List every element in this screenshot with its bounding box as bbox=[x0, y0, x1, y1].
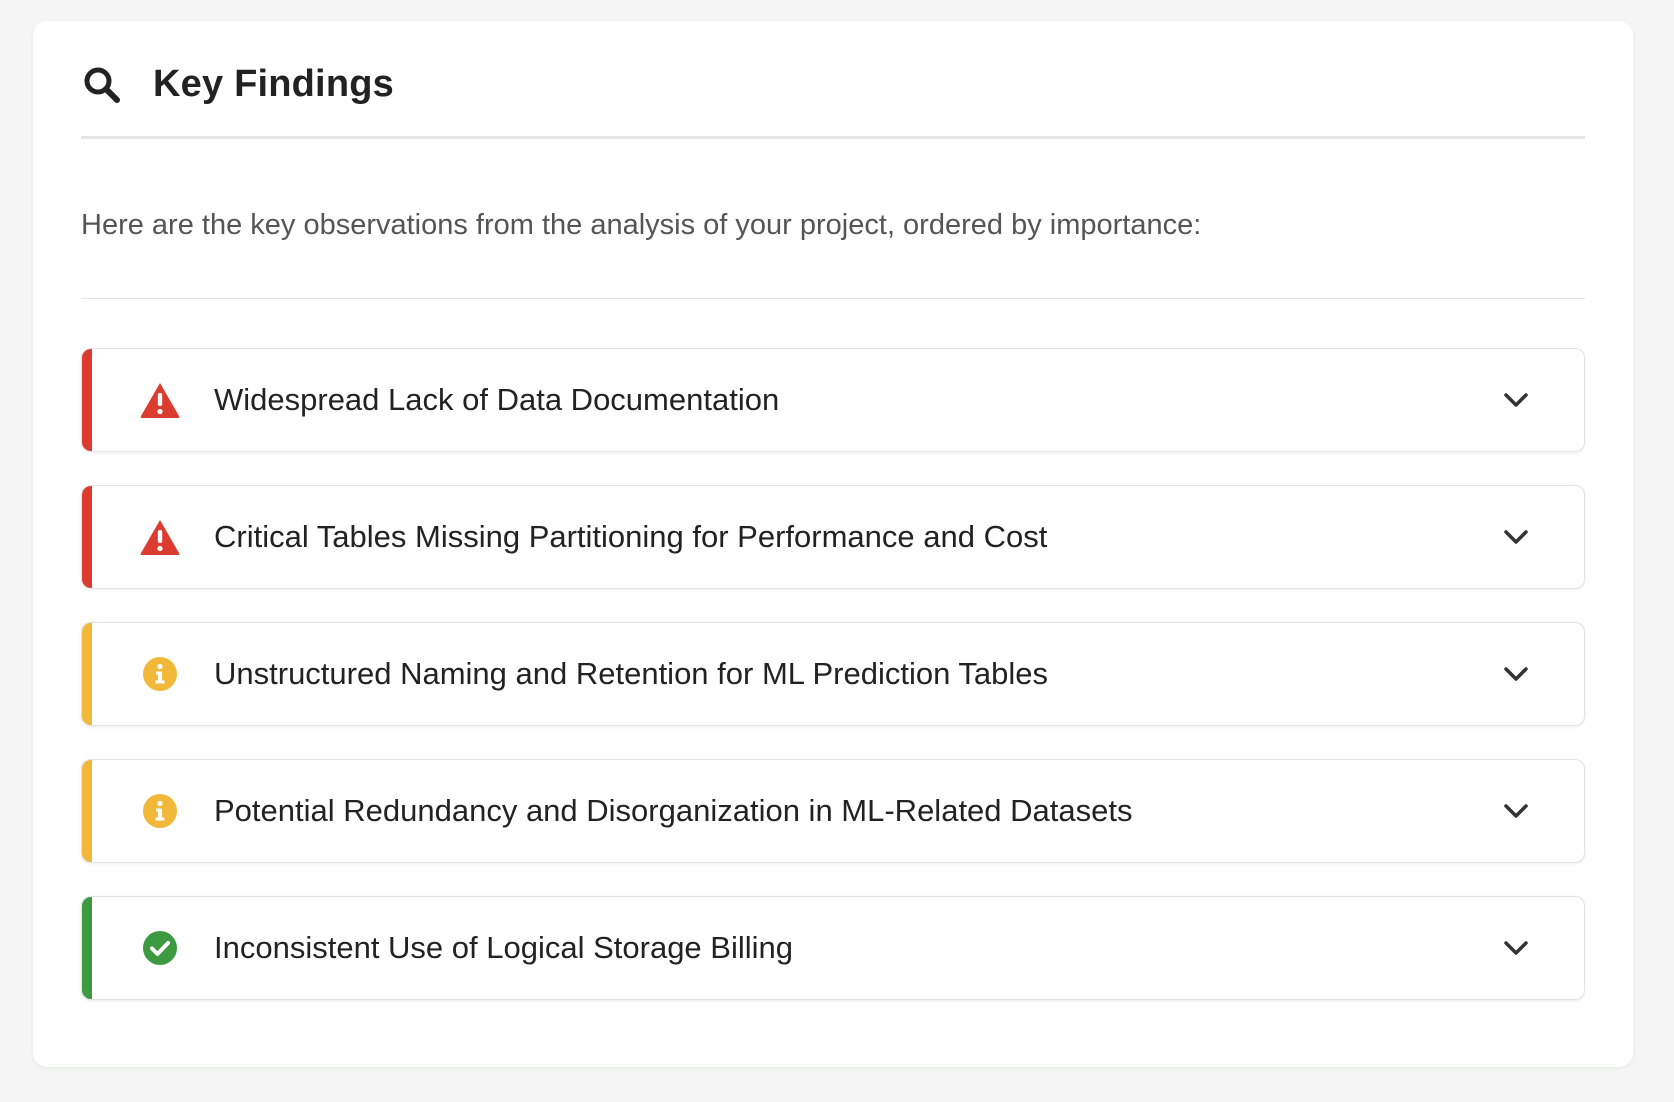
key-findings-card: Key Findings Here are the key observatio… bbox=[33, 21, 1633, 1067]
page-title: Key Findings bbox=[153, 63, 394, 105]
severity-bar-warning bbox=[82, 623, 92, 725]
finding-item[interactable]: Potential Redundancy and Disorganization… bbox=[81, 759, 1585, 863]
finding-title: Potential Redundancy and Disorganization… bbox=[214, 793, 1133, 828]
search-icon bbox=[81, 64, 123, 106]
finding-title: Unstructured Naming and Retention for ML… bbox=[214, 656, 1048, 691]
info-circle-icon bbox=[138, 652, 182, 696]
chevron-down-icon[interactable] bbox=[1500, 384, 1532, 416]
chevron-down-icon[interactable] bbox=[1500, 932, 1532, 964]
findings-list: Widespread Lack of Data Documentation Cr… bbox=[81, 299, 1585, 1000]
severity-bar-ok bbox=[82, 897, 92, 999]
chevron-down-icon[interactable] bbox=[1500, 795, 1532, 827]
check-circle-icon bbox=[138, 926, 182, 970]
finding-item[interactable]: Critical Tables Missing Partitioning for… bbox=[81, 485, 1585, 589]
warning-triangle-icon bbox=[138, 378, 182, 422]
finding-item[interactable]: Unstructured Naming and Retention for ML… bbox=[81, 622, 1585, 726]
severity-bar-critical bbox=[82, 486, 92, 588]
severity-bar-warning bbox=[82, 760, 92, 862]
intro-text: Here are the key observations from the a… bbox=[81, 139, 1585, 299]
finding-title: Widespread Lack of Data Documentation bbox=[214, 382, 780, 417]
finding-item[interactable]: Widespread Lack of Data Documentation bbox=[81, 348, 1585, 452]
finding-item[interactable]: Inconsistent Use of Logical Storage Bill… bbox=[81, 896, 1585, 1000]
info-circle-icon bbox=[138, 789, 182, 833]
finding-title: Inconsistent Use of Logical Storage Bill… bbox=[214, 930, 793, 965]
chevron-down-icon[interactable] bbox=[1500, 521, 1532, 553]
warning-triangle-icon bbox=[138, 515, 182, 559]
finding-title: Critical Tables Missing Partitioning for… bbox=[214, 519, 1048, 554]
card-header: Key Findings bbox=[81, 21, 1585, 139]
severity-bar-critical bbox=[82, 349, 92, 451]
chevron-down-icon[interactable] bbox=[1500, 658, 1532, 690]
